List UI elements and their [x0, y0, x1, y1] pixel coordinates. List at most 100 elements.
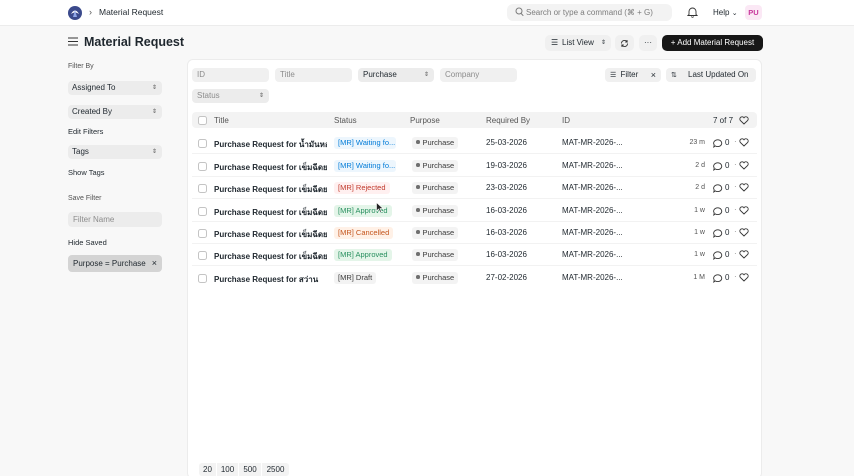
assigned-to-select[interactable]: Assigned To ⇕ [68, 81, 162, 95]
row-checkbox[interactable] [198, 161, 207, 171]
status-badge: [MR] Draft [334, 271, 377, 284]
comment-icon [713, 206, 723, 216]
breadcrumb-material-request[interactable]: Material Request [99, 7, 163, 17]
required-by: 16-03-2026 [486, 250, 527, 259]
row-id: MAT-MR-2026-... [562, 161, 623, 170]
row-checkbox[interactable] [198, 138, 207, 148]
filter-name-input[interactable]: Filter Name [68, 212, 162, 227]
separator-dot: · [734, 205, 737, 214]
purpose-badge: Purchase [412, 181, 459, 194]
help-menu[interactable]: Help ⌄ [713, 8, 738, 17]
id-filter-input[interactable]: ID [192, 68, 269, 82]
purpose-badge: Purchase [412, 226, 459, 239]
app-logo-icon[interactable] [67, 4, 83, 21]
heart-icon[interactable] [739, 183, 749, 192]
col-title: Title [214, 115, 229, 125]
row-title[interactable]: Purchase Request for เข็มฉีดยา [214, 228, 327, 241]
heart-icon[interactable] [739, 250, 749, 259]
title-filter-input[interactable]: Title [275, 68, 352, 82]
purpose-badge: Purchase [412, 136, 459, 149]
required-by: 19-03-2026 [486, 161, 527, 170]
row-checkbox[interactable] [198, 273, 207, 283]
search-bar[interactable]: Search or type a command (⌘ + G) [507, 4, 672, 21]
status-filter-select[interactable]: Status ⇕ [192, 89, 269, 103]
row-title[interactable]: Purchase Request for เข็มฉีดยา [214, 161, 327, 174]
purpose-label: Purchase [422, 227, 455, 237]
filter-button[interactable]: ☰ Filter × [605, 68, 661, 82]
more-actions-button[interactable]: ··· [639, 35, 657, 51]
table-row[interactable]: Purchase Request for สว่าน [MR] Draft Pu… [192, 267, 757, 289]
row-checkbox[interactable] [198, 183, 207, 193]
table-row[interactable]: Purchase Request for เข็มฉีดยา [MR] Appr… [192, 200, 757, 222]
notification-bell-icon[interactable] [687, 6, 698, 18]
list-view-switcher[interactable]: ☰ List View ⇕ [545, 35, 611, 51]
sort-order-icon[interactable]: ⇅ [671, 72, 677, 79]
page-size-2500[interactable]: 2500 [262, 463, 289, 476]
sort-button[interactable]: ⇅ Last Updated On [666, 68, 756, 82]
tags-select[interactable]: Tags ⇕ [68, 145, 162, 159]
purpose-filter-select[interactable]: Purchase ⇕ [358, 68, 434, 82]
saved-filter-chip[interactable]: Purpose = Purchase × [68, 255, 162, 272]
company-filter-input[interactable]: Company [440, 68, 517, 82]
row-title[interactable]: Purchase Request for น้ำมันหอ [214, 138, 327, 151]
edit-filters-link[interactable]: Edit Filters [68, 127, 103, 136]
row-checkbox[interactable] [198, 250, 207, 260]
page-size-20[interactable]: 20 [199, 463, 216, 476]
table-row[interactable]: Purchase Request for น้ำมันหอ [MR] Waiti… [192, 132, 757, 154]
comment-count-value: 0 [725, 161, 730, 170]
status-badge: [MR] Cancelled [334, 226, 394, 239]
list-view-label: List View [562, 38, 594, 47]
close-icon[interactable]: × [152, 255, 157, 272]
row-title[interactable]: Purchase Request for เข็มฉีดยา [214, 183, 327, 196]
row-title[interactable]: Purchase Request for สว่าน [214, 273, 327, 286]
heart-icon[interactable] [739, 161, 749, 170]
add-material-request-button[interactable]: + Add Material Request [662, 35, 763, 51]
row-title[interactable]: Purchase Request for เข็มฉีดยา [214, 206, 327, 219]
separator-dot: · [734, 160, 737, 169]
search-placeholder: Search or type a command (⌘ + G) [526, 7, 653, 17]
table-row[interactable]: Purchase Request for เข็มฉีดยา [MR] Wait… [192, 155, 757, 177]
required-by: 27-02-2026 [486, 273, 527, 282]
row-id: MAT-MR-2026-... [562, 228, 623, 237]
clear-filter-icon[interactable]: × [651, 68, 656, 82]
show-tags-link[interactable]: Show Tags [68, 168, 105, 177]
select-all-checkbox[interactable] [198, 115, 207, 125]
mouse-cursor-icon [376, 202, 384, 213]
comment-count-value: 0 [725, 228, 730, 237]
row-id: MAT-MR-2026-... [562, 183, 623, 192]
row-checkbox[interactable] [198, 228, 207, 238]
required-by: 16-03-2026 [486, 228, 527, 237]
list-icon: ☰ [551, 38, 559, 47]
assigned-to-label: Assigned To [72, 83, 116, 92]
purpose-badge: Purchase [412, 204, 459, 217]
page-size-500[interactable]: 500 [239, 463, 261, 476]
separator-dot: · [734, 249, 737, 258]
saved-filter-label: Purpose = Purchase [73, 259, 146, 268]
purpose-badge: Purchase [412, 159, 459, 172]
hide-saved-link[interactable]: Hide Saved [68, 238, 107, 247]
user-avatar[interactable]: PU [745, 5, 762, 20]
col-purpose: Purpose [410, 115, 440, 125]
required-by: 23-03-2026 [486, 183, 527, 192]
modified-time: 1 w [694, 228, 705, 236]
dot-icon [416, 140, 420, 144]
dot-icon [416, 252, 420, 256]
comment-icon [713, 250, 723, 260]
heart-icon[interactable] [739, 206, 749, 215]
page-size-100[interactable]: 100 [217, 463, 238, 476]
table-row[interactable]: Purchase Request for เข็มฉีดยา [MR] Appr… [192, 244, 757, 266]
refresh-button[interactable] [615, 35, 634, 51]
created-by-select[interactable]: Created By ⇕ [68, 105, 162, 119]
updown-icon: ⇕ [423, 72, 429, 78]
table-row[interactable]: Purchase Request for เข็มฉีดยา [MR] Reje… [192, 177, 757, 199]
heart-icon[interactable] [739, 228, 749, 237]
heart-icon[interactable] [739, 273, 749, 282]
table-row[interactable]: Purchase Request for เข็มฉีดยา [MR] Canc… [192, 222, 757, 244]
row-checkbox[interactable] [198, 206, 207, 216]
heart-icon[interactable] [739, 138, 749, 147]
dot-icon [416, 208, 420, 212]
heart-icon[interactable] [739, 116, 749, 125]
sidebar-toggle-icon[interactable] [68, 37, 78, 46]
row-title[interactable]: Purchase Request for เข็มฉีดยา [214, 250, 327, 263]
status-filter-placeholder: Status [197, 91, 220, 100]
